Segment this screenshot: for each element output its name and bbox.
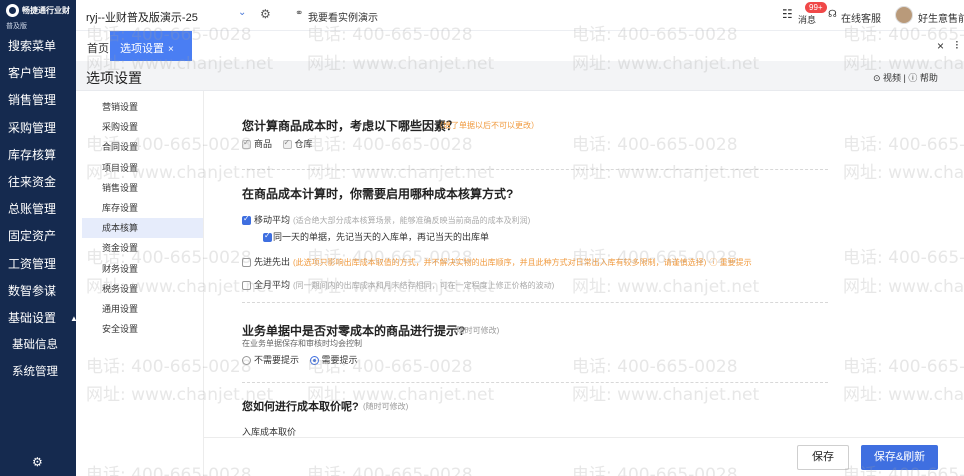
prompt-label: 需要提示 [321,355,358,365]
message-badge: 99+ [805,2,827,13]
fifo-label: 先进先出 [254,257,291,267]
same-day-order-checkbox[interactable] [263,231,272,243]
account-selector[interactable]: ryj--业财普及版演示-25 [86,9,198,25]
moving-average-checkbox[interactable] [242,214,251,226]
cost-factors-question: 您计算商品成本时，考虑以下哪些因素？ [242,119,459,133]
tab-options-settings[interactable]: 选项设置 × [110,31,192,61]
moving-average-hint: (适合绝大部分成本核算场景，能够准确反映当前商品的成本及利润) [293,216,531,225]
cost-pricing-note: (随时可修改) [363,402,409,411]
section-divider [242,302,828,303]
sidebar: 畅捷通行业财 普及版 搜索菜单 客户管理 销售管理 采购管理 库存核算 往来资金… [0,0,78,476]
moving-average-option: 移动平均(适合绝大部分成本核算场景，能够准确反映当前商品的成本及利润) [242,213,530,226]
fifo-option: 先进先出 (此选项只影响出库成本取值的方式，并不解决实物的出库顺序，并且此种方式对… [242,255,752,268]
options-nav-cost-accounting[interactable]: 成本核算 [82,218,203,239]
headset-icon[interactable]: ☊ [828,9,837,20]
moving-average-label: 移动平均 [254,215,291,225]
monthly-average-checkbox[interactable] [242,281,251,291]
brand-logo-icon [6,4,19,17]
options-nav-sales[interactable]: 销售设置 [76,178,203,198]
sidebar-item-fixed-assets[interactable]: 固定资产 [0,223,76,250]
warehouse-factor-label: 仓库 [294,139,313,149]
cost-pricing-question: 您如何进行成本取价呢? [242,401,359,413]
user-name[interactable]: 好生意售前 [918,10,964,25]
prompt-radio[interactable] [309,356,319,366]
tab-bar: 首页 选项设置 × × ⁝ [76,31,964,61]
options-nav-project[interactable]: 项目设置 [76,158,203,178]
options-nav: 营销设置 采购设置 合同设置 项目设置 销售设置 库存设置 成本核算 资金设置 … [76,91,204,476]
sidebar-item-payroll[interactable]: 工资管理 [0,251,76,278]
options-nav-inventory[interactable]: 库存设置 [76,198,203,218]
options-nav-funds[interactable]: 资金设置 [76,238,203,258]
zero-cost-options: 不需要提示 需要提示 [242,353,366,366]
options-nav-security[interactable]: 安全设置 [76,319,203,339]
close-tab-icon[interactable]: × [168,44,174,55]
sidebar-item-purchase[interactable]: 采购管理 [0,115,76,142]
sidebar-item-customer[interactable]: 客户管理 [0,60,76,87]
zero-cost-note: (随时可修改) [454,326,500,335]
monthly-average-hint: (同一期间内的出库成本和月末结存相同，可在一定程度上修正价格的波动) [293,281,555,290]
section-divider [242,382,828,383]
no-prompt-radio[interactable] [242,356,251,366]
message-icon[interactable]: ☷ [782,7,793,21]
monthly-average-label: 全月平均 [254,280,291,290]
product-factor-label: 商品 [254,139,273,149]
footer-bar: 保存 保存&刷新 [204,437,964,476]
sidebar-item-search-menu[interactable]: 搜索菜单 [0,33,76,60]
zero-cost-subtitle: 在业务单据保存和审核时均会控制 [242,339,362,348]
avatar[interactable] [895,6,913,24]
top-bar: ryj--业财普及版演示-25 ⌄ ⚙ ⚭ 我要看实例演示 ☷ 99+ 消息 ☊… [76,0,964,31]
product-factor-checkbox[interactable] [242,138,251,150]
sidebar-item-system-management[interactable]: 系统管理 [0,359,76,386]
brand-name: 畅捷通行业财 [22,6,70,15]
cost-factors-options: 商品 仓库 [242,137,321,150]
options-nav-contract[interactable]: 合同设置 [76,137,203,157]
page-title: 选项设置 [86,70,142,86]
video-help-links[interactable]: ⊙ 视频 | ⓘ 帮助 [873,71,938,84]
section-divider [242,169,828,170]
link-icon: ⚭ [295,8,304,19]
sidebar-item-ledger[interactable]: 总账管理 [0,196,76,223]
sidebar-item-basic-info[interactable]: 基础信息 [0,332,76,359]
no-prompt-label: 不需要提示 [254,355,300,365]
page-header: 选项设置 ⊙ 视频 | ⓘ 帮助 [76,61,964,91]
demo-link[interactable]: 我要看实例演示 [308,9,378,24]
important-tip-link[interactable]: ⓘ 重要提示 [709,258,751,267]
settings-gear-icon[interactable]: ⚙ [260,7,271,21]
close-icon[interactable]: × [937,39,944,53]
save-button[interactable]: 保存 [797,445,849,470]
monthly-average-option: 全月平均 (同一期间内的出库成本和月末结存相同，可在一定程度上修正价格的波动) [242,278,554,291]
options-nav-tax[interactable]: 税务设置 [76,279,203,299]
cost-settings-panel: 您计算商品成本时，考虑以下哪些因素？ （填了单据以后不可以更改） 商品 仓库 在… [204,91,964,476]
message-label[interactable]: 消息 [798,13,816,26]
same-day-order-label: 同一天的单据，先记当天的入库单，再记当天的出库单 [273,232,490,242]
tab-label: 选项设置 [120,43,164,55]
chevron-down-icon[interactable]: ⌄ [238,7,246,18]
gear-icon[interactable]: ⚙ [32,455,43,469]
sidebar-item-funds[interactable]: 往来资金 [0,169,76,196]
save-and-refresh-button[interactable]: 保存&刷新 [861,445,938,470]
tab-home[interactable]: 首页 [87,40,109,56]
cost-factors-note: （填了单据以后不可以更改） [435,121,539,130]
sidebar-item-sales[interactable]: 销售管理 [0,87,76,114]
same-day-order-option: 同一天的单据，先记当天的入库单，再记当天的出库单 [263,230,489,243]
sidebar-item-advisor[interactable]: 数智参谋 [0,278,76,305]
sidebar-item-basic-settings[interactable]: 基础设置 ▲ [0,305,78,332]
options-nav-general[interactable]: 通用设置 [76,299,203,319]
sidebar-item-inventory[interactable]: 库存核算 [0,142,76,169]
options-nav-finance[interactable]: 财务设置 [76,259,203,279]
logo: 畅捷通行业财 普及版 [0,0,76,33]
fifo-hint: (此选项只影响出库成本取值的方式，并不解决实物的出库顺序，并且此种方式对日常出入… [293,258,707,267]
more-icon[interactable]: ⁝ [955,38,959,52]
options-nav-purchase[interactable]: 采购设置 [76,117,203,137]
warehouse-factor-checkbox[interactable] [282,138,292,150]
costing-method-question: 在商品成本计算时，你需要启用哪种成本核算方式? [242,187,514,201]
zero-cost-question: 业务单据中是否对零成本的商品进行提示? [242,324,466,338]
options-nav-marketing[interactable]: 营销设置 [76,97,203,117]
online-service-link[interactable]: 在线客服 [841,10,881,25]
fifo-checkbox[interactable] [242,258,251,268]
edition-label: 普及版 [6,23,27,30]
sidebar-item-label: 基础设置 [8,310,57,325]
